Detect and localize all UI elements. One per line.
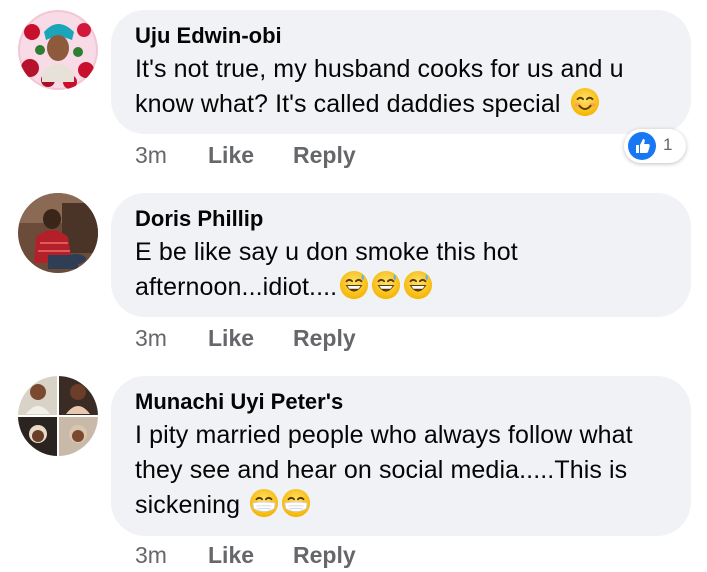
reply-button[interactable]: Reply xyxy=(293,540,356,570)
reaction-summary[interactable]: 1 xyxy=(624,129,686,163)
like-button[interactable]: Like xyxy=(208,540,254,570)
reply-button[interactable]: Reply xyxy=(293,140,356,170)
comment-timestamp[interactable]: 3m xyxy=(135,140,167,170)
comment-author[interactable]: Uju Edwin-obi xyxy=(135,22,667,50)
reply-button[interactable]: Reply xyxy=(293,323,356,353)
avatar[interactable] xyxy=(18,376,98,456)
comment-text: E be like say u don smoke this hot after… xyxy=(135,238,518,301)
comment-bubble: Munachi Uyi Peter's I pity married peopl… xyxy=(111,376,691,536)
grinning-face-with-sweat-icon xyxy=(404,270,433,300)
avatar[interactable] xyxy=(18,10,98,90)
comment-bubble: Doris Phillip E be like say u don smoke … xyxy=(111,193,691,317)
like-icon xyxy=(628,132,656,160)
comment-author[interactable]: Doris Phillip xyxy=(135,205,667,233)
grinning-face-with-sweat-icon xyxy=(340,270,369,300)
comment-author[interactable]: Munachi Uyi Peter's xyxy=(135,388,667,416)
comment-timestamp[interactable]: 3m xyxy=(135,323,167,353)
comment-timestamp[interactable]: 3m xyxy=(135,540,167,570)
face-with-medical-mask-icon xyxy=(250,488,279,518)
comment-text: I pity married people who always follow … xyxy=(135,421,633,519)
like-button[interactable]: Like xyxy=(208,140,254,170)
like-button[interactable]: Like xyxy=(208,323,254,353)
smiling-face-with-smiling-eyes-icon xyxy=(570,87,599,117)
comment-text: It's not true, my husband cooks for us a… xyxy=(135,55,624,118)
avatar[interactable] xyxy=(18,193,98,273)
reaction-count: 1 xyxy=(663,135,673,154)
face-with-medical-mask-icon xyxy=(282,488,311,518)
grinning-face-with-sweat-icon xyxy=(372,270,401,300)
comment-bubble: Uju Edwin-obi It's not true, my husband … xyxy=(111,10,691,134)
